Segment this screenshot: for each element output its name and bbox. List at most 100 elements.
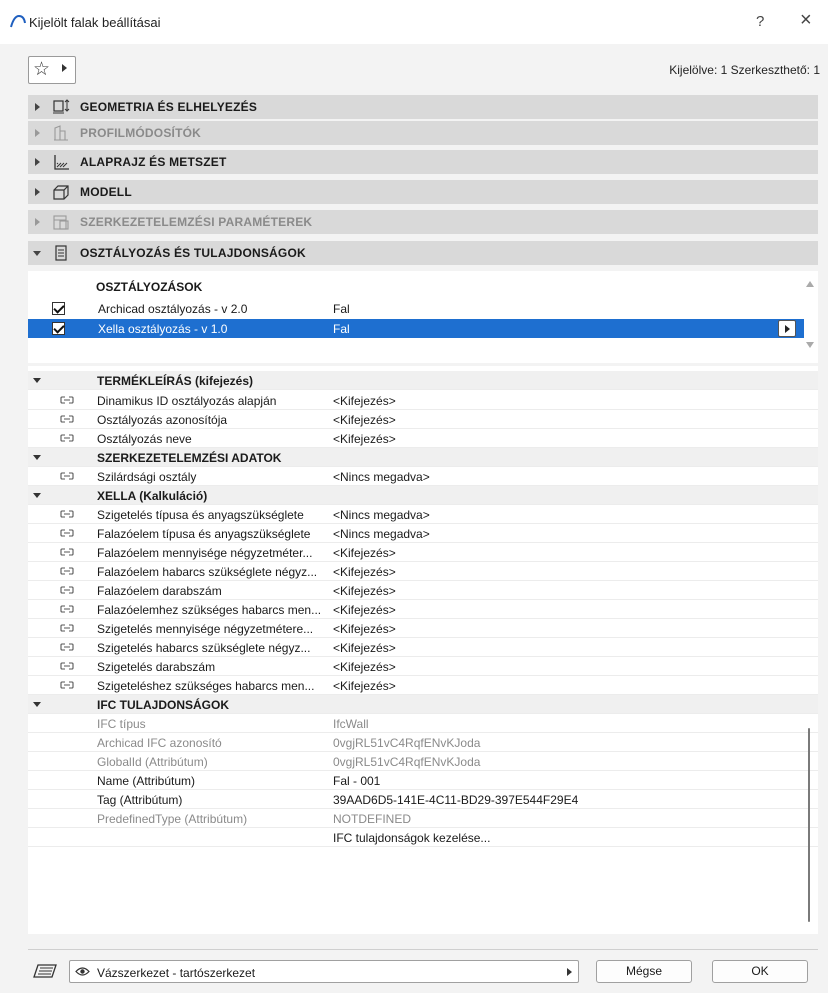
property-row[interactable]: Szigetelés darabszám <Kifejezés> <box>28 657 818 676</box>
link-icon <box>60 548 74 556</box>
property-value[interactable]: <Nincs megadva> <box>333 527 430 541</box>
ok-button[interactable]: OK <box>712 960 808 983</box>
layer-selector[interactable]: Vázszerkezet - tartószerkezet <box>69 960 579 983</box>
panel-geometry[interactable]: GEOMETRIA ÉS ELHELYEZÉS <box>28 95 818 119</box>
property-group-header[interactable]: TERMÉKLEÍRÁS (kifejezés) <box>28 371 818 390</box>
property-row[interactable]: Szigetelés mennyisége négyzetmétere... <… <box>28 619 818 638</box>
property-value[interactable]: Fal - 001 <box>333 774 380 788</box>
collapse-arrow-icon[interactable] <box>33 251 41 256</box>
property-row[interactable]: Osztályozás neve <Kifejezés> <box>28 429 818 448</box>
panel-model[interactable]: MODELL <box>28 180 818 204</box>
classification-header: OSZTÁLYOZÁSOK <box>96 280 203 294</box>
property-name: Osztályozás neve <box>97 432 192 446</box>
expand-arrow-icon[interactable] <box>35 158 40 166</box>
footer-divider <box>28 949 818 950</box>
property-row[interactable]: Tag (Attribútum) 39AAD6D5-141E-4C11-BD29… <box>28 790 818 809</box>
eye-icon <box>75 967 90 976</box>
classification-row-selected[interactable]: Xella osztályozás - v 1.0 Fal <box>28 319 804 338</box>
floorplan-icon <box>54 155 69 170</box>
expand-arrow-icon[interactable] <box>35 188 40 196</box>
value-picker-button[interactable] <box>778 320 796 337</box>
property-row[interactable]: Falazóelem habarcs szükséglete négyz... … <box>28 562 818 581</box>
property-value: NOTDEFINED <box>333 812 411 826</box>
profile-icon <box>54 125 68 141</box>
checkbox[interactable] <box>52 302 65 315</box>
close-button[interactable]: × <box>800 10 812 30</box>
properties-list: TERMÉKLEÍRÁS (kifejezés) Dinamikus ID os… <box>28 366 818 934</box>
collapse-arrow-icon[interactable] <box>33 378 41 383</box>
collapse-arrow-icon[interactable] <box>33 702 41 707</box>
property-value[interactable]: <Kifejezés> <box>333 394 396 408</box>
property-value[interactable]: <Kifejezés> <box>333 584 396 598</box>
property-value[interactable]: <Nincs megadva> <box>333 508 430 522</box>
property-value[interactable]: <Kifejezés> <box>333 603 396 617</box>
property-value[interactable]: <Kifejezés> <box>333 546 396 560</box>
property-row: PredefinedType (Attribútum) NOTDEFINED <box>28 809 818 828</box>
group-title: TERMÉKLEÍRÁS (kifejezés) <box>97 374 254 388</box>
checkbox[interactable] <box>52 322 65 335</box>
vertical-scrollbar[interactable] <box>808 728 810 922</box>
property-name: Szigetelés habarcs szükséglete négyz... <box>97 641 311 655</box>
classification-value: Fal <box>333 322 350 336</box>
property-row[interactable]: Falazóelem típusa és anyagszükséglete <N… <box>28 524 818 543</box>
property-row: GlobalId (Attribútum) 0vgjRL51vC4RqfENvK… <box>28 752 818 771</box>
property-value[interactable]: <Kifejezés> <box>333 641 396 655</box>
property-row[interactable]: Falazóelem mennyisége négyzetméter... <K… <box>28 543 818 562</box>
property-group-header[interactable]: IFC TULAJDONSÁGOK <box>28 695 818 714</box>
property-row[interactable]: Szigetelés habarcs szükséglete négyz... … <box>28 638 818 657</box>
model-icon <box>53 185 69 200</box>
property-row[interactable]: Szilárdsági osztály <Nincs megadva> <box>28 467 818 486</box>
manage-ifc-properties-link[interactable]: IFC tulajdonságok kezelése... <box>333 831 490 845</box>
panel-label: SZERKEZETELEMZÉSI PARAMÉTEREK <box>80 215 313 229</box>
property-value[interactable]: <Kifejezés> <box>333 413 396 427</box>
property-value[interactable]: <Kifejezés> <box>333 565 396 579</box>
property-name: Name (Attribútum) <box>97 774 196 788</box>
window-title: Kijelölt falak beállításai <box>29 15 161 30</box>
classification-row[interactable]: Archicad osztályozás - v 2.0 Fal <box>28 299 804 318</box>
archicad-logo-icon <box>10 14 26 28</box>
property-value[interactable]: <Kifejezés> <box>333 679 396 693</box>
property-row[interactable]: Dinamikus ID osztályozás alapján <Kifeje… <box>28 391 818 410</box>
property-value[interactable]: 39AAD6D5-141E-4C11-BD29-397E544F29E4 <box>333 793 578 807</box>
panel-structural-params: SZERKEZETELEMZÉSI PARAMÉTEREK <box>28 210 818 234</box>
structural-icon <box>53 215 69 230</box>
expand-arrow-icon[interactable] <box>35 103 40 111</box>
property-name: Falazóelemhez szükséges habarcs men... <box>97 603 322 617</box>
property-row[interactable]: Osztályozás azonosítója <Kifejezés> <box>28 410 818 429</box>
panel-label: GEOMETRIA ÉS ELHELYEZÉS <box>80 100 258 114</box>
panel-classification[interactable]: OSZTÁLYOZÁS ÉS TULAJDONSÁGOK <box>28 241 818 265</box>
property-row[interactable]: Falazóelemhez szükséges habarcs men... <… <box>28 600 818 619</box>
link-icon <box>60 396 74 404</box>
scroll-down-arrow-icon[interactable] <box>806 342 814 348</box>
panel-label: OSZTÁLYOZÁS ÉS TULAJDONSÁGOK <box>80 246 306 260</box>
property-value[interactable]: <Nincs megadva> <box>333 470 430 484</box>
classification-name: Xella osztályozás - v 1.0 <box>98 322 228 336</box>
group-title: SZERKEZETELEMZÉSI ADATOK <box>97 451 282 465</box>
property-row[interactable]: IFC tulajdonságok kezelése... <box>28 828 818 847</box>
property-name: Tag (Attribútum) <box>97 793 183 807</box>
link-icon <box>60 415 74 423</box>
property-name: Szigetelés típusa és anyagszükséglete <box>97 508 304 522</box>
property-row[interactable]: Falazóelem darabszám <Kifejezés> <box>28 581 818 600</box>
help-button[interactable]: ? <box>756 13 764 30</box>
property-value[interactable]: <Kifejezés> <box>333 432 396 446</box>
property-name: Szigetelés darabszám <box>97 660 216 674</box>
property-row[interactable]: Szigetelés típusa és anyagszükséglete <N… <box>28 505 818 524</box>
scroll-up-arrow-icon[interactable] <box>806 281 814 287</box>
property-value[interactable]: <Kifejezés> <box>333 622 396 636</box>
cancel-button[interactable]: Mégse <box>596 960 692 983</box>
property-row[interactable]: Szigeteléshez szükséges habarcs men... <… <box>28 676 818 695</box>
favorites-button[interactable]: ☆ <box>28 56 76 84</box>
collapse-arrow-icon[interactable] <box>33 455 41 460</box>
collapse-arrow-icon[interactable] <box>33 493 41 498</box>
panel-floorplan[interactable]: ALAPRAJZ ÉS METSZET <box>28 150 818 174</box>
property-group-header[interactable]: SZERKEZETELEMZÉSI ADATOK <box>28 448 818 467</box>
title-bar: Kijelölt falak beállításai ? × <box>0 0 828 44</box>
group-title: IFC TULAJDONSÁGOK <box>97 698 229 712</box>
expand-arrow-icon <box>35 218 40 226</box>
property-row[interactable]: Name (Attribútum) Fal - 001 <box>28 771 818 790</box>
classification-value: Fal <box>333 302 350 316</box>
property-value[interactable]: <Kifejezés> <box>333 660 396 674</box>
property-row: IFC típus IfcWall <box>28 714 818 733</box>
property-group-header[interactable]: XELLA (Kalkuláció) <box>28 486 818 505</box>
